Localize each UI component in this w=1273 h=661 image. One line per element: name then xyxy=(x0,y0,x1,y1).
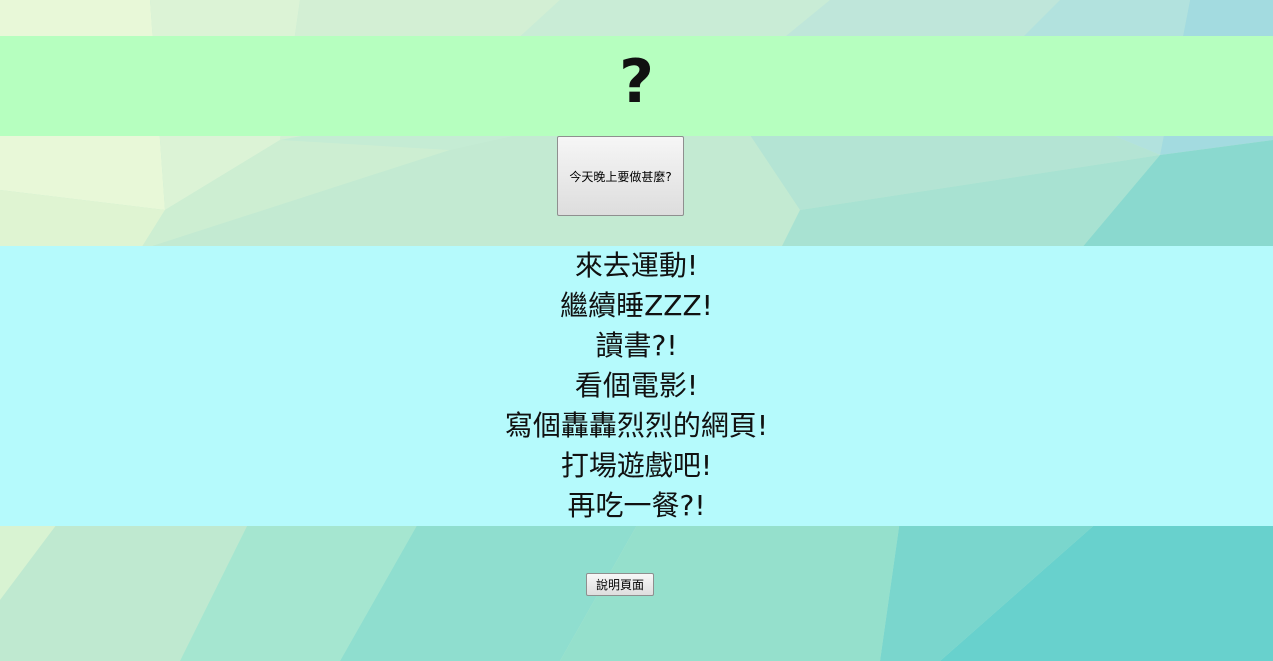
list-item: 看個電影! xyxy=(574,369,699,402)
list-item: 來去運動! xyxy=(574,249,699,282)
list-item: 寫個轟轟烈烈的網頁! xyxy=(504,409,769,442)
list-item: 讀書?! xyxy=(595,329,678,362)
list-item: 打場遊戲吧! xyxy=(560,449,713,482)
list-item: 再吃一餐?! xyxy=(567,489,706,522)
list-item: 繼續睡ZZZ! xyxy=(560,289,713,322)
title-band: ? xyxy=(0,36,1273,136)
options-list: 來去運動! 繼續睡ZZZ! 讀書?! 看個電影! 寫個轟轟烈烈的網頁! 打場遊戲… xyxy=(0,246,1273,526)
question-mark-heading: ? xyxy=(619,47,654,117)
help-page-button[interactable]: 說明頁面 xyxy=(586,573,654,596)
decide-tonight-button[interactable]: 今天晚上要做甚麼? xyxy=(557,136,684,216)
